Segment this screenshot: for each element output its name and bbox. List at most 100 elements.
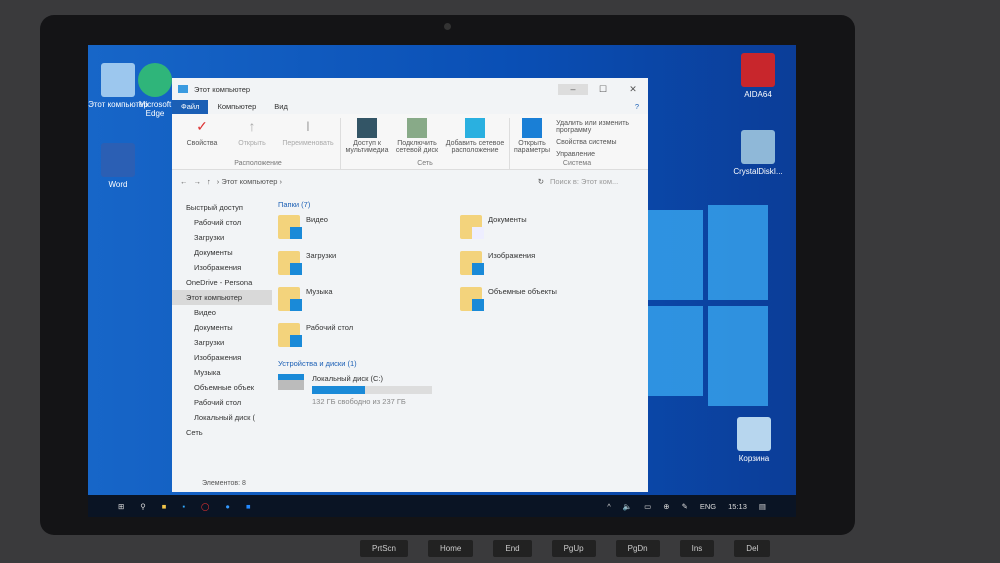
nav-this-pc[interactable]: Этот компьютер: [172, 290, 272, 305]
language-indicator[interactable]: ENG: [700, 502, 716, 511]
folder-music[interactable]: Музыка: [278, 287, 460, 313]
nav-pc-downloads[interactable]: Загрузки: [172, 335, 272, 350]
folder-icon: [460, 251, 484, 275]
help-icon[interactable]: ?: [626, 100, 648, 114]
folder-icon: [278, 323, 302, 347]
minimize-button[interactable]: –: [558, 83, 588, 95]
nav-pc-pictures[interactable]: Изображения: [172, 350, 272, 365]
nav-pc-videos[interactable]: Видео: [172, 305, 272, 320]
desktop-icon-recycle-bin[interactable]: Корзина: [724, 417, 784, 463]
folder-3d-objects[interactable]: Объемные объекты: [460, 287, 642, 313]
nav-pictures[interactable]: Изображения: [172, 260, 272, 275]
file-explorer-window: Этот компьютер – ☐ ✕ Файл Компьютер Вид ? …: [172, 78, 648, 492]
manage-link[interactable]: Управление: [556, 151, 640, 158]
chevron-up-icon[interactable]: ^: [607, 502, 611, 511]
folder-label: Загрузки: [306, 251, 337, 260]
back-icon[interactable]: ←: [180, 177, 188, 186]
rename-button[interactable]: I Переименовать: [280, 118, 336, 160]
notifications-icon[interactable]: ▤: [759, 502, 766, 511]
nav-documents[interactable]: Документы: [172, 245, 272, 260]
ribbon: ✓ Свойства ↑ Открыть I Переименовать Распол…: [172, 114, 648, 170]
open-settings-button[interactable]: Открыть параметры: [514, 118, 550, 160]
drive-icon: [278, 374, 304, 390]
tab-computer[interactable]: Компьютер: [208, 100, 265, 114]
key-prtscn: PrtScn: [360, 540, 409, 557]
this-pc-icon: [178, 85, 188, 93]
desktop-icon-crystaldisk[interactable]: CrystalDiskI...: [728, 130, 788, 176]
clock[interactable]: 15:13: [728, 502, 747, 511]
icon-label: Microsoft Edge: [138, 100, 172, 118]
icon-label: AIDA64: [744, 90, 772, 99]
refresh-icon[interactable]: ↻: [538, 177, 544, 186]
start-icon[interactable]: ⊞: [118, 502, 124, 511]
folder-pictures[interactable]: Изображения: [460, 251, 642, 277]
folder-icon: [278, 215, 302, 239]
folders-header[interactable]: Папки (7): [278, 200, 642, 209]
battery-icon[interactable]: ▭: [644, 502, 651, 511]
nav-network[interactable]: Сеть: [172, 425, 272, 440]
tab-file[interactable]: Файл: [172, 100, 209, 114]
nav-quick-access[interactable]: Быстрый доступ: [172, 200, 272, 215]
nav-downloads[interactable]: Загрузки: [172, 230, 272, 245]
close-button[interactable]: ✕: [618, 84, 648, 95]
nav-desktop[interactable]: Рабочий стол: [172, 215, 272, 230]
search-icon[interactable]: ⚲: [140, 502, 146, 511]
system-properties-link[interactable]: Свойства системы: [556, 139, 640, 146]
maximize-button[interactable]: ☐: [588, 84, 618, 95]
desktop-icon-word[interactable]: Word: [88, 143, 148, 189]
nav-onedrive[interactable]: OneDrive - Persona: [172, 275, 272, 290]
drive-free-text: 132 ГБ свободно из 237 ГБ: [312, 397, 406, 406]
address-bar[interactable]: › Этот компьютер ›: [217, 177, 532, 186]
desktop: Этот компьютер Microsoft Edge Word AIDA6…: [88, 45, 796, 517]
nav-pc-music[interactable]: Музыка: [172, 365, 272, 380]
key-ins: Ins: [679, 540, 715, 557]
drive-c[interactable]: Локальный диск (C:) 132 ГБ свободно из 2…: [278, 374, 642, 406]
folder-videos[interactable]: Видео: [278, 215, 460, 241]
drive-usage-fill: [312, 386, 365, 394]
up-icon[interactable]: ↑: [207, 177, 211, 186]
properties-button[interactable]: ✓ Свойства: [180, 118, 224, 160]
devices-header[interactable]: Устройства и диски (1): [278, 359, 642, 368]
outlook-taskbar-icon[interactable]: ■: [246, 502, 251, 511]
pen-icon[interactable]: ✎: [682, 502, 688, 511]
folder-desktop[interactable]: Рабочий стол: [278, 323, 460, 349]
title-bar: Этот компьютер – ☐ ✕: [172, 78, 648, 100]
add-network-location-button[interactable]: Добавить сетевое расположение: [445, 118, 505, 160]
label: Доступ к мультимедиа: [345, 140, 389, 154]
volume-icon[interactable]: 🔈: [623, 502, 632, 511]
folder-documents[interactable]: Документы: [460, 215, 642, 241]
windows-logo-wallpaper: [648, 205, 768, 410]
vpn-taskbar-icon[interactable]: ●: [225, 502, 230, 511]
network-icon[interactable]: ⊕: [663, 502, 669, 511]
nav-pc-desktop[interactable]: Рабочий стол: [172, 395, 272, 410]
file-explorer-taskbar-icon[interactable]: ■: [162, 502, 167, 511]
open-button[interactable]: ↑ Открыть: [230, 118, 274, 160]
path-text: Этот компьютер: [221, 176, 278, 186]
folder-label: Изображения: [488, 251, 536, 260]
opera-taskbar-icon[interactable]: ◯: [201, 502, 209, 511]
uninstall-program-link[interactable]: Удалить или изменить программу: [556, 120, 640, 134]
camera: [444, 23, 451, 30]
desktop-icon-aida64[interactable]: AIDA64: [728, 53, 788, 99]
keyboard-row: PrtScn Home End PgUp PgDn Ins Del: [60, 540, 860, 557]
key-end: End: [493, 540, 532, 557]
media-access-button[interactable]: Доступ к мультимедиа: [345, 118, 389, 160]
photoshop-taskbar-icon[interactable]: ▪: [182, 502, 185, 511]
icon-label: Корзина: [738, 454, 770, 463]
label: Переименовать: [282, 140, 334, 147]
group-label: Сеть: [417, 160, 433, 167]
forward-icon[interactable]: →: [194, 177, 202, 186]
group-label: Система: [562, 160, 592, 167]
desktop-icon-edge[interactable]: Microsoft Edge: [134, 63, 176, 118]
nav-pc-3d-objects[interactable]: Объемные объек: [172, 380, 272, 395]
nav-pc-documents[interactable]: Документы: [172, 320, 272, 335]
group-network: Доступ к мультимедиа Подключить сетевой …: [341, 118, 510, 169]
map-network-drive-button[interactable]: Подключить сетевой диск: [395, 118, 439, 160]
label: Подключить сетевой диск: [395, 140, 439, 154]
tab-view[interactable]: Вид: [265, 100, 297, 114]
group-system: Открыть параметры Удалить или изменить п…: [510, 118, 644, 169]
label: Открыть: [238, 140, 266, 147]
search-input[interactable]: Поиск в: Этот ком...: [550, 177, 640, 186]
folder-downloads[interactable]: Загрузки: [278, 251, 460, 277]
nav-local-disk[interactable]: Локальный диск (: [172, 410, 272, 425]
